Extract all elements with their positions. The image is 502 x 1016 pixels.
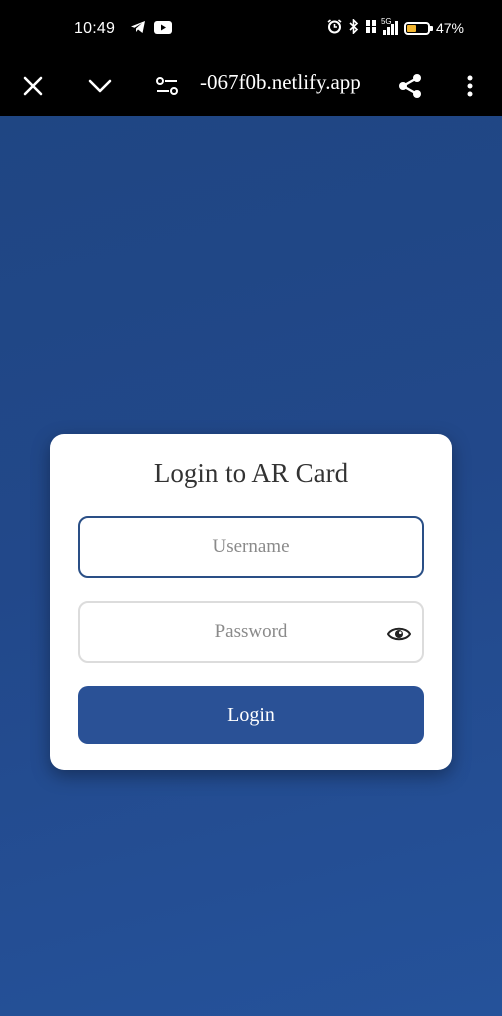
browser-toolbar: -067f0b.netlify.app bbox=[0, 58, 502, 116]
network-type-label: 5G bbox=[380, 17, 392, 26]
toggle-password-visibility[interactable] bbox=[386, 621, 412, 647]
username-input[interactable] bbox=[119, 535, 383, 559]
page-background: Login to AR Card Login bbox=[0, 116, 502, 1016]
site-settings-icon bbox=[156, 77, 178, 95]
eye-icon bbox=[387, 627, 411, 641]
status-time: 10:49 bbox=[74, 20, 116, 37]
battery-level bbox=[406, 24, 416, 32]
signal-icon: 5G bbox=[381, 17, 398, 35]
volte-icon bbox=[365, 19, 377, 37]
status-bar: 10:49 5G 47% bbox=[0, 0, 502, 58]
password-input[interactable] bbox=[119, 620, 383, 644]
share-icon bbox=[399, 74, 421, 98]
url-text[interactable]: -067f0b.netlify.app bbox=[200, 70, 380, 95]
bluetooth-icon bbox=[348, 18, 359, 37]
site-settings-button[interactable] bbox=[147, 66, 187, 106]
share-button[interactable] bbox=[390, 66, 430, 106]
status-notification-icons bbox=[130, 20, 172, 39]
alarm-icon bbox=[327, 19, 342, 37]
more-vert-icon bbox=[467, 75, 473, 97]
login-title: Login to AR Card bbox=[153, 458, 349, 488]
status-system-icons: 5G 47% bbox=[327, 17, 464, 37]
battery-percent: 47% bbox=[435, 20, 464, 36]
more-options-button[interactable] bbox=[450, 66, 490, 106]
login-card: Login to AR Card Login bbox=[50, 434, 452, 770]
chevron-down-icon bbox=[88, 79, 112, 93]
username-field[interactable] bbox=[78, 516, 424, 578]
login-button[interactable]: Login bbox=[78, 686, 424, 744]
close-icon bbox=[23, 76, 43, 96]
close-button[interactable] bbox=[13, 66, 53, 106]
youtube-icon bbox=[154, 20, 172, 39]
password-field[interactable] bbox=[78, 601, 424, 663]
telegram-icon bbox=[130, 20, 146, 39]
battery-icon bbox=[403, 21, 433, 35]
minimize-button[interactable] bbox=[80, 66, 120, 106]
